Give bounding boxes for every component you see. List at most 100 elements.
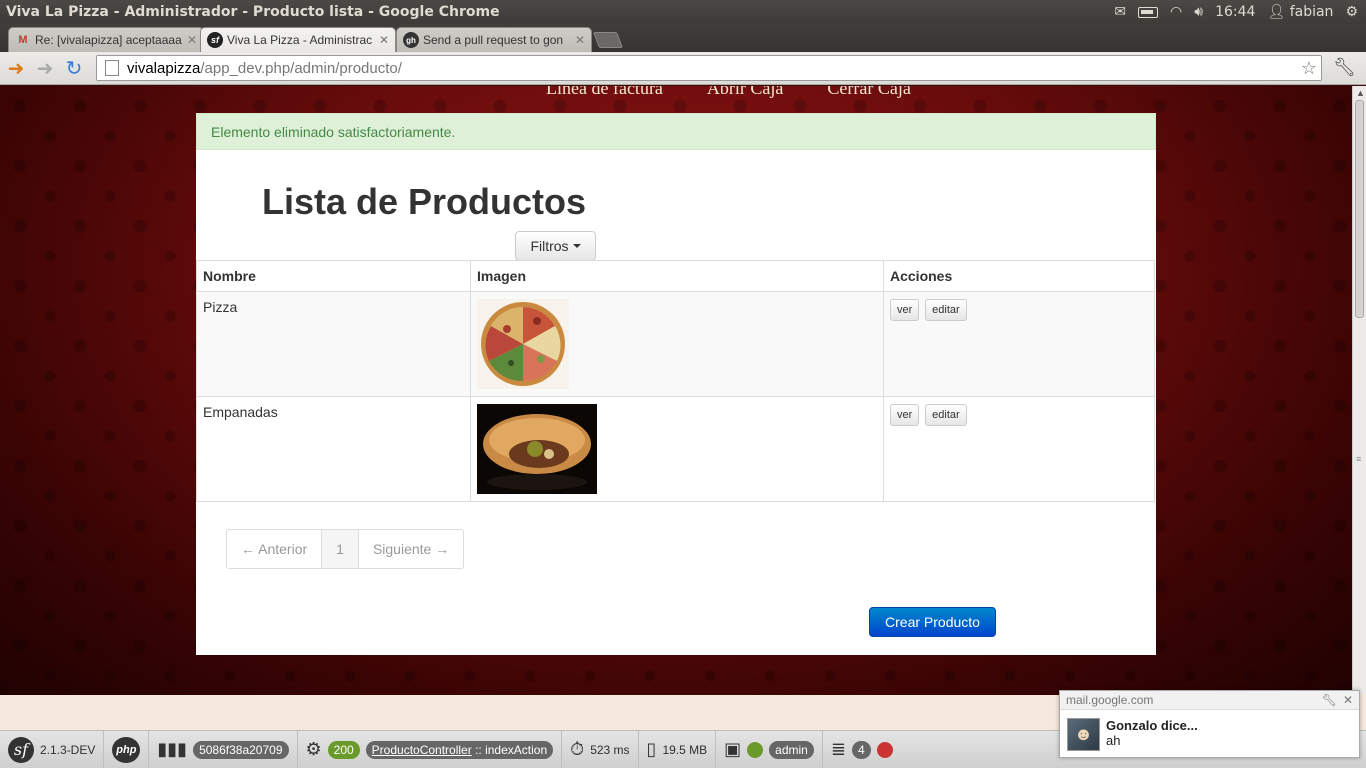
notification-close-icon[interactable]: ✕: [1343, 693, 1353, 707]
memory-icon: ▯: [646, 739, 657, 759]
success-alert: Elemento eliminado satisfactoriamente.: [196, 113, 1156, 150]
empanada-image[interactable]: [477, 404, 597, 494]
profiler-token[interactable]: 5086f38a20709: [193, 740, 289, 759]
pagination-next[interactable]: Siguiente →: [359, 530, 463, 568]
column-header-nombre[interactable]: Nombre: [196, 260, 471, 292]
scrollbar-grip-icon: ≡: [1356, 454, 1362, 464]
column-header-imagen[interactable]: Imagen: [470, 260, 884, 292]
new-tab-button[interactable]: [593, 32, 623, 48]
caret-down-icon: [572, 244, 581, 248]
reload-icon[interactable]: ↻: [61, 55, 87, 81]
controller-badge: ProductoController :: indexAction: [365, 740, 554, 759]
product-name: Empanadas: [196, 396, 471, 502]
notification-settings-icon[interactable]: 🔧︎: [1322, 693, 1337, 707]
window-title: Viva La Pizza - Administrador - Producto…: [6, 4, 500, 20]
product-image-cell: [470, 396, 884, 502]
user-name: fabian: [1289, 4, 1334, 20]
volume-icon[interactable]: 🔊︎: [1194, 5, 1203, 19]
page-scrollbar[interactable]: ▲ ≡: [1352, 86, 1366, 695]
user-icon: 👤︎: [1267, 4, 1286, 20]
action-name: indexAction: [485, 742, 548, 757]
scrollbar-thumb[interactable]: [1355, 100, 1364, 318]
battery-icon[interactable]: [1138, 6, 1159, 18]
create-product-button[interactable]: Crear Producto: [869, 607, 996, 637]
os-title-bar: Viva La Pizza - Administrador - Producto…: [0, 0, 1366, 24]
close-tab-icon[interactable]: ✕: [379, 33, 389, 47]
url-host: vivalapizza: [127, 59, 201, 77]
sf-request-block[interactable]: ⚙ 200 ProductoController :: indexAction: [298, 731, 563, 768]
tab-vivalapizza[interactable]: sf Viva La Pizza - Administrac ✕: [200, 27, 396, 52]
mail-icon[interactable]: ✉: [1114, 5, 1126, 19]
sender-avatar: ☻: [1067, 718, 1100, 751]
request-time: 523 ms: [590, 742, 630, 757]
sf-php-block[interactable]: php: [104, 731, 150, 768]
top-nav: Línea de factura Abrir Caja Cerrar Caja: [546, 86, 911, 99]
auth-status-dot: [747, 741, 764, 758]
sf-memory-block[interactable]: ▯ 19.5 MB: [639, 731, 717, 768]
sf-profiler-block[interactable]: ▮▮▮ 5086f38a20709: [149, 731, 298, 768]
sf-db-block[interactable]: ≣ 4: [823, 731, 901, 768]
nav-abrir-caja[interactable]: Abrir Caja: [707, 86, 783, 99]
php-logo-icon: php: [112, 736, 141, 763]
system-tray: ✉ ◠ 🔊︎ 16:44 👤︎ fabian ⚙: [1114, 4, 1366, 20]
tab-github[interactable]: gh Send a pull request to gon ✕: [396, 27, 592, 52]
filters-dropdown-button[interactable]: Filtros: [515, 231, 596, 261]
tab-gmail[interactable]: M Re: [vivalapizza] aceptaaaa ✕: [8, 27, 204, 52]
products-table: Nombre Imagen Acciones Pizza ver editar …: [196, 260, 1155, 502]
bookmark-star-icon[interactable]: ☆: [1301, 58, 1317, 79]
filters-label: Filtros: [530, 238, 569, 254]
nav-linea-factura[interactable]: Línea de factura: [546, 86, 663, 99]
column-header-acciones[interactable]: Acciones: [883, 260, 1155, 292]
sf-security-block[interactable]: ▣ admin: [716, 731, 823, 768]
ver-button[interactable]: ver: [890, 404, 920, 426]
sf-version-block[interactable]: sf 2.1.3-DEV: [0, 731, 105, 768]
memory-usage: 19.5 MB: [662, 742, 708, 757]
pagination: ← Anterior 1 Siguiente →: [226, 529, 465, 569]
actions-cell: ver editar: [883, 291, 1155, 397]
gmail-icon: M: [18, 34, 28, 46]
close-tab-icon[interactable]: ✕: [187, 33, 197, 47]
query-count: 4: [851, 740, 871, 759]
main-content: Elemento eliminado satisfactoriamente. L…: [196, 113, 1156, 655]
back-arrow-icon[interactable]: ➜: [3, 55, 29, 81]
page-title: Lista de Productos: [262, 181, 587, 222]
pagination-prev[interactable]: ← Anterior: [227, 530, 323, 568]
symfony-logo-icon: sf: [8, 736, 34, 763]
close-tab-icon[interactable]: ✕: [575, 33, 585, 47]
pizza-image[interactable]: [477, 299, 569, 389]
editar-button[interactable]: editar: [925, 404, 967, 426]
forward-arrow-icon[interactable]: ➜: [32, 55, 58, 81]
ver-button[interactable]: ver: [890, 299, 920, 321]
profiler-icon: ▮▮▮: [157, 739, 188, 759]
product-name: Pizza: [196, 291, 471, 397]
request-gear-icon: ⚙: [305, 739, 322, 759]
wrench-menu-icon[interactable]: 🔧︎: [1333, 57, 1356, 78]
browser-toolbar: ➜ ➜ ↻ vivalapizza/app_dev.php/admin/prod…: [0, 52, 1366, 85]
status-code-badge: 200: [327, 740, 360, 759]
chat-notification[interactable]: mail.google.com 🔧︎ ✕ ☻ Gonzalo dice... a…: [1059, 690, 1360, 758]
address-bar[interactable]: vivalapizza/app_dev.php/admin/producto/ …: [96, 55, 1322, 81]
tab-label: Viva La Pizza - Administrac: [227, 33, 373, 47]
controller-separator: ::: [475, 742, 482, 757]
pagination-page-1[interactable]: 1: [322, 530, 359, 568]
tab-label: Send a pull request to gon: [423, 33, 564, 47]
sf-time-block[interactable]: ⏱ 523 ms: [562, 731, 639, 768]
wifi-icon[interactable]: ◠: [1170, 5, 1182, 19]
product-image-cell: [470, 291, 884, 397]
user-menu[interactable]: 👤︎ fabian: [1267, 4, 1333, 20]
editar-button[interactable]: editar: [925, 299, 967, 321]
url-path: /app_dev.php/admin/producto/: [200, 59, 402, 77]
power-gear-icon[interactable]: ⚙: [1345, 5, 1358, 19]
database-icon: ≣: [830, 739, 846, 759]
github-icon: gh: [403, 32, 419, 48]
symfony-icon: sf: [207, 32, 223, 48]
clock[interactable]: 16:44: [1215, 4, 1255, 20]
timer-icon: ⏱: [570, 739, 585, 759]
controller-name: ProductoController: [371, 742, 472, 757]
notification-header: mail.google.com 🔧︎ ✕: [1060, 691, 1359, 710]
scroll-up-icon[interactable]: ▲: [1356, 88, 1365, 98]
notification-body: ☻ Gonzalo dice... ah: [1060, 710, 1359, 759]
nav-cerrar-caja[interactable]: Cerrar Caja: [827, 86, 910, 99]
tab-label: Re: [vivalapizza] aceptaaaa: [35, 33, 182, 47]
table-row: Empanadas ver editar: [196, 396, 1155, 502]
